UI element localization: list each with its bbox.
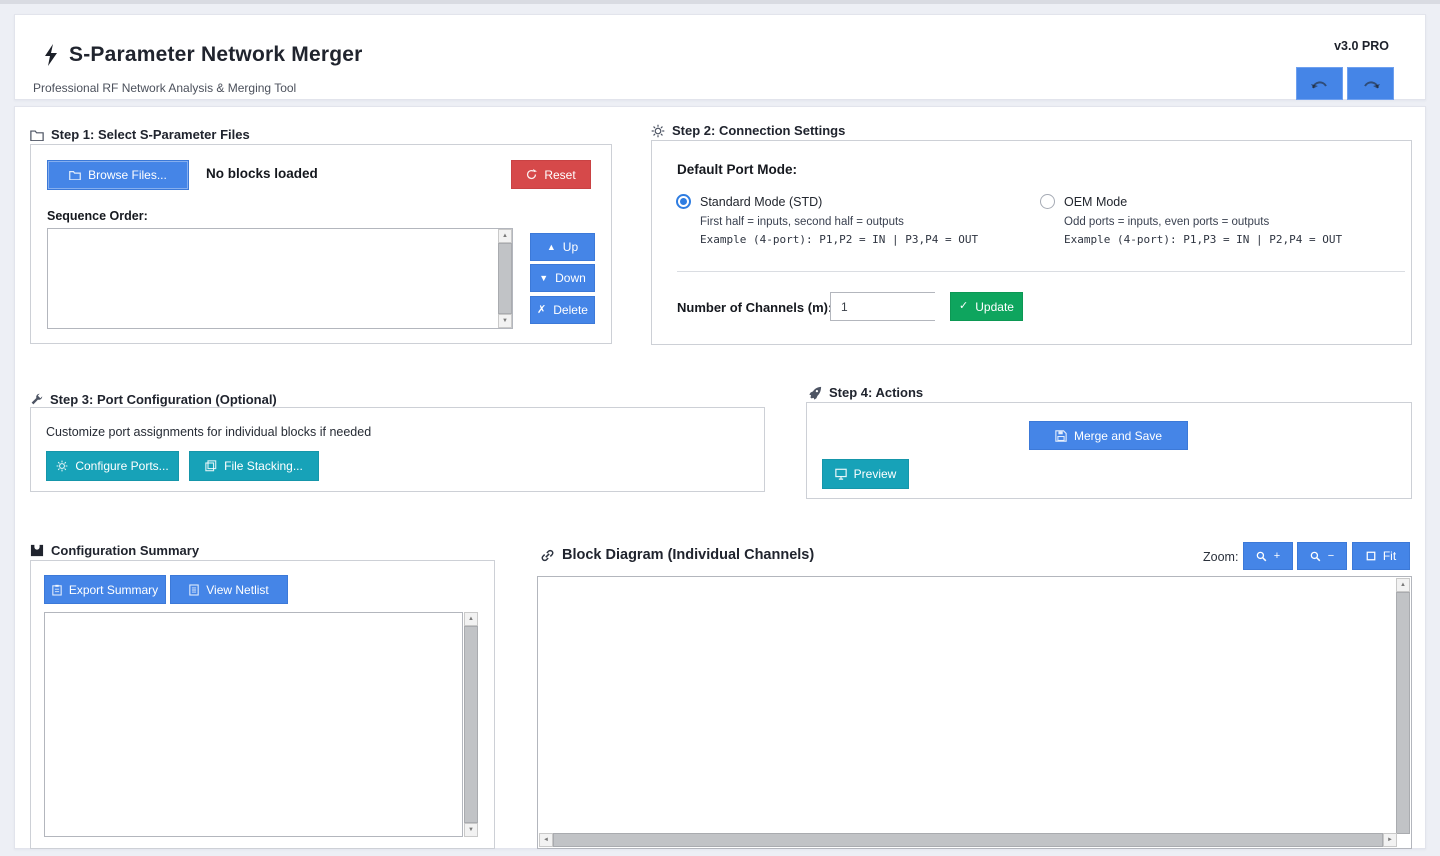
standard-mode-example: Example (4-port): P1,P2 = IN | P3,P4 = O… <box>700 233 979 246</box>
channels-spinbox[interactable]: ▲ ▼ <box>830 292 1003 321</box>
folder-open-icon <box>69 171 82 180</box>
page-subtitle: Professional RF Network Analysis & Mergi… <box>33 81 297 95</box>
fit-icon <box>1366 551 1376 561</box>
undo-icon <box>1310 80 1327 88</box>
down-icon: ▼ <box>539 272 549 283</box>
redo-button[interactable] <box>1347 67 1394 100</box>
step4-section-title: Step 4: Actions <box>808 385 923 400</box>
undo-button[interactable] <box>1296 67 1343 100</box>
default-port-mode-label: Default Port Mode: <box>677 162 797 177</box>
scroll-right-button[interactable]: ► <box>1383 833 1397 847</box>
clipboard-icon <box>52 584 62 596</box>
floppy-icon <box>1055 429 1067 442</box>
scroll-up-button[interactable]: ▲ <box>464 612 478 626</box>
move-up-button[interactable]: ▲ Up <box>530 233 595 261</box>
scroll-up-button[interactable]: ▲ <box>1396 578 1410 592</box>
rocket-icon <box>809 386 822 400</box>
canvas-h-scrollbar[interactable]: ◄ ► <box>539 833 1397 847</box>
preview-button[interactable]: Preview <box>822 459 909 489</box>
scroll-up-button[interactable]: ▲ <box>498 229 512 243</box>
summary-textarea[interactable] <box>44 612 463 837</box>
stack-icon <box>205 460 217 472</box>
standard-mode-label: Standard Mode (STD) <box>700 194 823 209</box>
zoom-label: Zoom: <box>1203 550 1239 564</box>
magnifier-icon <box>1310 551 1321 561</box>
redo-icon <box>1363 80 1380 88</box>
oem-mode-desc: Odd ports = inputs, even ports = outputs <box>1064 216 1270 228</box>
radio-checked-icon[interactable] <box>676 194 691 209</box>
channels-label: Number of Channels (m): <box>677 300 833 315</box>
scroll-down-button[interactable]: ▼ <box>498 314 512 328</box>
magnifier-icon <box>1256 551 1267 561</box>
scroll-down-button[interactable]: ▼ <box>464 823 478 837</box>
link-icon <box>541 549 554 561</box>
merge-save-button[interactable]: Merge and Save <box>1029 421 1188 450</box>
export-summary-button[interactable]: Export Summary <box>44 575 166 604</box>
diagram-section-title: Block Diagram (Individual Channels) <box>540 547 814 563</box>
sequence-order-label: Sequence Order: <box>47 209 148 223</box>
sequence-listbox[interactable] <box>47 228 513 329</box>
oem-mode-label: OEM Mode <box>1064 194 1128 209</box>
check-icon: ✓ <box>959 300 969 312</box>
zoom-in-button[interactable]: + <box>1243 542 1293 570</box>
reset-icon <box>527 169 538 180</box>
standard-mode-desc: First half = inputs, second half = outpu… <box>700 216 904 228</box>
up-icon: ▲ <box>546 241 556 252</box>
gear-icon <box>56 460 68 472</box>
radio-standard-mode[interactable]: Standard Mode (STD) <box>676 194 822 209</box>
view-netlist-button[interactable]: View Netlist <box>170 575 288 604</box>
reset-button[interactable]: Reset <box>511 160 591 189</box>
update-button[interactable]: ✓ Update <box>950 292 1023 321</box>
zoom-out-button[interactable]: − <box>1297 542 1347 570</box>
summary-scrollbar[interactable]: ▲ ▼ <box>464 612 478 837</box>
browse-files-button[interactable]: Browse Files... <box>47 160 189 190</box>
scrollbar-thumb[interactable] <box>553 833 1383 847</box>
scrollbar-thumb[interactable] <box>1396 592 1410 834</box>
file-stacking-button[interactable]: File Stacking... <box>189 451 319 481</box>
minus-icon: − <box>1327 550 1335 562</box>
radio-unchecked-icon[interactable] <box>1040 194 1055 209</box>
summary-icon <box>30 544 44 557</box>
delete-button[interactable]: ✗ Delete <box>530 296 595 324</box>
app-header: S-Parameter Network Merger Professional … <box>14 14 1426 100</box>
oem-mode-example: Example (4-port): P1,P3 = IN | P2,P4 = O… <box>1064 233 1343 246</box>
wrench-icon <box>31 393 43 405</box>
plus-icon: + <box>1273 550 1281 562</box>
folder-icon <box>30 129 44 141</box>
summary-section-title: Configuration Summary <box>30 543 199 558</box>
separator <box>677 271 1405 272</box>
move-down-button[interactable]: ▼ Down <box>530 264 595 292</box>
configure-ports-button[interactable]: Configure Ports... <box>46 451 179 481</box>
radio-oem-mode[interactable]: OEM Mode <box>1040 194 1127 209</box>
delete-icon: ✗ <box>537 303 547 316</box>
document-icon <box>189 583 199 596</box>
step3-description: Customize port assignments for individua… <box>46 425 372 439</box>
scrollbar-thumb[interactable] <box>464 626 478 823</box>
bolt-icon <box>45 44 57 66</box>
gear-icon <box>651 124 665 137</box>
scrollbar-thumb[interactable] <box>498 243 512 314</box>
step2-section-title: Step 2: Connection Settings <box>651 123 845 138</box>
canvas-v-scrollbar[interactable]: ▲ <box>1396 578 1410 834</box>
diagram-canvas[interactable]: ▲ ◄ ► <box>537 576 1412 849</box>
version-badge: v3.0 PRO <box>1334 39 1389 53</box>
page-title: S-Parameter Network Merger <box>69 43 363 66</box>
monitor-icon <box>834 468 847 480</box>
fit-button[interactable]: Fit <box>1352 542 1410 570</box>
blocks-status: No blocks loaded <box>206 166 318 181</box>
step1-section-title: Step 1: Select S-Parameter Files <box>30 127 250 142</box>
step3-section-title: Step 3: Port Configuration (Optional) <box>30 392 277 407</box>
sequence-scrollbar[interactable]: ▲ ▼ <box>498 229 512 328</box>
scroll-left-button[interactable]: ◄ <box>539 833 553 847</box>
